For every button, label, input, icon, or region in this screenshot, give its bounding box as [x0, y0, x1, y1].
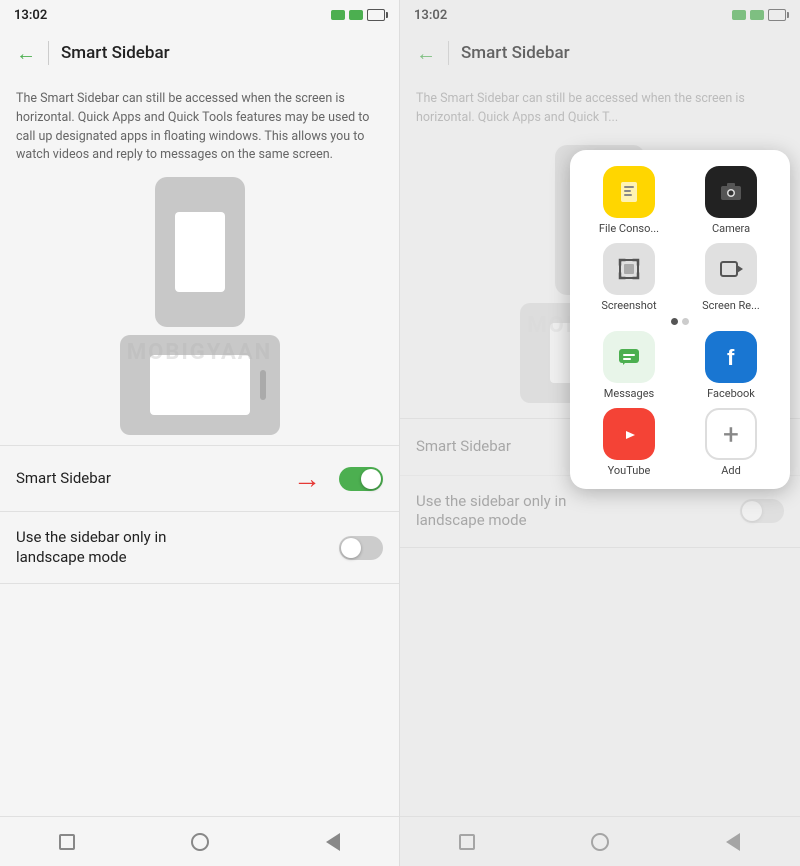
battery-icon-r	[768, 9, 786, 21]
status-icons-right	[732, 9, 786, 21]
nav-recent-right[interactable]	[453, 828, 481, 856]
spacer-left	[0, 584, 399, 816]
setting-row-smart-sidebar: →	[293, 462, 383, 495]
illustration-left: MOBIGYAAN	[0, 177, 399, 445]
messages-label: Messages	[604, 387, 654, 400]
toggle-landscape-left[interactable]	[339, 536, 383, 560]
status-bar-right: 13:02	[400, 0, 800, 28]
red-arrow-left: →	[293, 462, 321, 495]
toggle-knob-landscape-left	[341, 538, 361, 558]
back-button-left[interactable]: ←	[16, 41, 36, 66]
right-panel: 13:02 ← Smart Sidebar The Smart Sidebar …	[400, 0, 800, 866]
phone-horizontal-left	[120, 335, 280, 435]
popup-item-camera[interactable]: Camera	[686, 166, 776, 235]
popup-item-messages[interactable]: Messages	[584, 331, 674, 400]
app-popup: File Conso... Camera	[570, 150, 790, 489]
nav-circle-icon-r	[591, 833, 609, 851]
header-left: ← Smart Sidebar	[0, 28, 399, 78]
nav-circle-icon	[191, 833, 209, 851]
nav-home-left[interactable]	[186, 828, 214, 856]
signal-icon	[331, 10, 345, 20]
toggle-knob-smart-sidebar-left	[361, 469, 381, 489]
setting-label-landscape-r: Use the sidebar only in landscape mode	[416, 492, 616, 531]
nav-bar-left	[0, 816, 399, 866]
description-left: The Smart Sidebar can still be accessed …	[0, 78, 399, 177]
youtube-icon	[603, 408, 655, 460]
page-title-right: Smart Sidebar	[461, 43, 570, 63]
status-icons-left	[331, 9, 385, 21]
header-divider-right	[448, 41, 449, 65]
sidebar-tab-left	[260, 370, 266, 400]
nav-bar-right	[400, 816, 800, 866]
facebook-icon: f	[705, 331, 757, 383]
popup-item-screenrec[interactable]: Screen Re...	[686, 243, 776, 312]
settings-left: Smart Sidebar → Use the sidebar only in …	[0, 446, 399, 583]
add-label: Add	[721, 464, 741, 477]
popup-item-screenshot[interactable]: Screenshot	[584, 243, 674, 312]
setting-label-smart-sidebar: Smart Sidebar	[16, 469, 293, 489]
popup-grid-2: Messages f Facebook YouT	[584, 331, 776, 477]
toggle-smart-sidebar-left[interactable]	[339, 467, 383, 491]
left-panel: 13:02 ← Smart Sidebar The Smart Sidebar …	[0, 0, 400, 866]
screenshot-label: Screenshot	[601, 299, 656, 312]
camera-label: Camera	[712, 222, 750, 235]
status-bar-left: 13:02	[0, 0, 399, 28]
phone-vertical-left	[155, 177, 245, 327]
popup-item-add[interactable]: + Add	[686, 408, 776, 477]
status-time-right: 13:02	[414, 8, 447, 23]
youtube-label: YouTube	[608, 464, 651, 477]
spacer-right	[400, 548, 800, 816]
description-right: The Smart Sidebar can still be accessed …	[400, 78, 800, 140]
signal-icon-r	[732, 10, 746, 20]
camera-icon	[705, 166, 757, 218]
nav-triangle-icon-r	[726, 833, 740, 851]
nav-back-right[interactable]	[719, 828, 747, 856]
nav-recent-left[interactable]	[53, 828, 81, 856]
phone-screen-vertical	[175, 212, 225, 292]
popup-item-file-console[interactable]: File Conso...	[584, 166, 674, 235]
svg-text:f: f	[727, 345, 735, 370]
add-icon[interactable]: +	[705, 408, 757, 460]
setting-smart-sidebar-left: Smart Sidebar →	[0, 446, 399, 511]
setting-label-landscape: Use the sidebar only in landscape mode	[16, 528, 216, 567]
wifi-icon	[349, 10, 363, 20]
nav-back-left[interactable]	[319, 828, 347, 856]
phone-screen-horizontal	[150, 355, 250, 415]
nav-square-icon	[59, 834, 75, 850]
popup-item-youtube[interactable]: YouTube	[584, 408, 674, 477]
wifi-icon-r	[750, 10, 764, 20]
screenrec-label: Screen Re...	[702, 299, 760, 312]
header-divider-left	[48, 41, 49, 65]
toggle-knob-landscape-right	[742, 501, 762, 521]
page-title-left: Smart Sidebar	[61, 43, 170, 63]
back-button-right[interactable]: ←	[416, 41, 436, 66]
file-console-icon	[603, 166, 655, 218]
phone-mockup-left	[120, 177, 280, 435]
messages-icon	[603, 331, 655, 383]
screenshot-icon	[603, 243, 655, 295]
setting-landscape-left: Use the sidebar only in landscape mode	[0, 512, 399, 583]
popup-grid: File Conso... Camera	[584, 166, 776, 312]
facebook-label: Facebook	[707, 387, 755, 400]
header-right: ← Smart Sidebar	[400, 28, 800, 78]
toggle-landscape-right[interactable]	[740, 499, 784, 523]
nav-home-right[interactable]	[586, 828, 614, 856]
screenrec-icon	[705, 243, 757, 295]
dot-active	[671, 318, 678, 325]
popup-dots	[584, 318, 776, 325]
nav-square-icon-r	[459, 834, 475, 850]
dot-inactive	[682, 318, 689, 325]
status-time-left: 13:02	[14, 8, 47, 23]
battery-icon	[367, 9, 385, 21]
file-console-label: File Conso...	[599, 222, 659, 235]
nav-triangle-icon	[326, 833, 340, 851]
popup-item-facebook[interactable]: f Facebook	[686, 331, 776, 400]
